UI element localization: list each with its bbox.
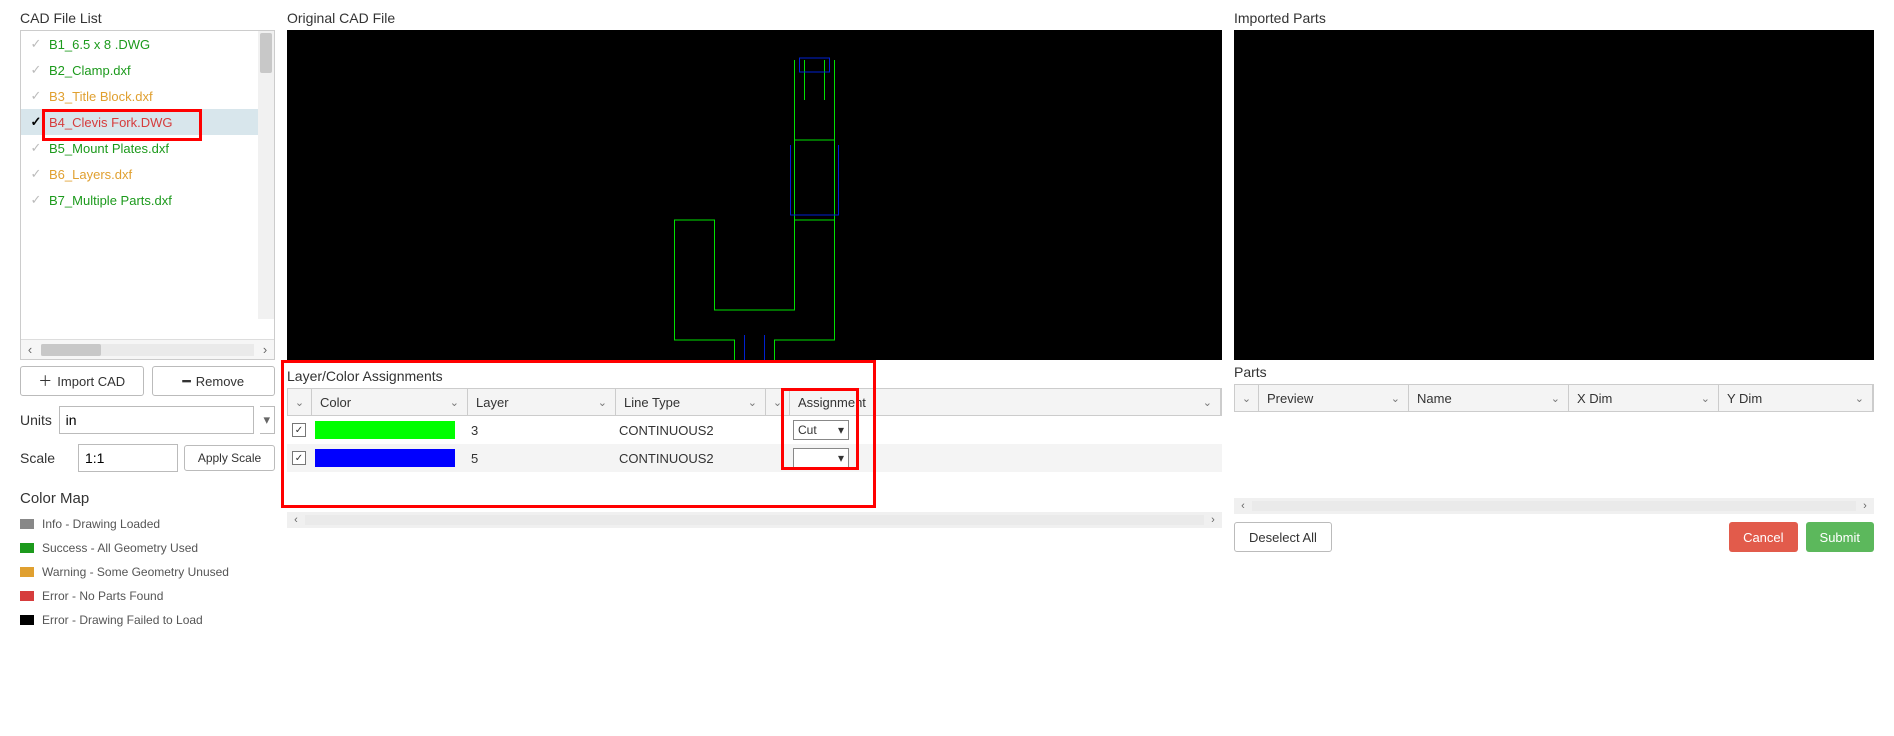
cad-file-list[interactable]: ✓ B1_6.5 x 8 .DWG ✓ B2_Clamp.dxf ✓ B3_Ti… [21,31,274,339]
swatch-icon [20,591,34,601]
legend-item: Success - All Geometry Used [20,541,275,555]
file-item[interactable]: ✓ B3_Title Block.dxf [21,83,274,109]
plus-icon: ＋ [38,371,52,391]
deselect-all-button[interactable]: Deselect All [1234,522,1332,552]
legend-label: Error - No Parts Found [42,589,163,603]
highlight-box-assignment-col [781,388,859,470]
check-icon: ✓ [29,141,43,155]
file-name: B1_6.5 x 8 .DWG [49,37,150,52]
file-name: B3_Title Block.dxf [49,89,153,104]
imported-parts-title: Imported Parts [1234,10,1874,26]
check-icon: ✓ [29,193,43,207]
col-xdim[interactable]: X Dim [1577,391,1612,406]
parts-table-body [1234,412,1874,498]
file-list-hscrollbar[interactable]: ‹ › [21,339,274,359]
swatch-icon [20,543,34,553]
parts-table-header: ⌄ Preview ⌄ Name ⌄ X Dim ⌄ Y Dim ⌄ [1234,384,1874,412]
cad-viewer[interactable] [287,30,1222,360]
parts-title: Parts [1234,364,1874,380]
chevron-down-icon[interactable]: ⌄ [1701,392,1710,405]
file-item-selected[interactable]: ✓ B4_Clevis Fork.DWG [21,109,274,135]
original-cad-title: Original CAD File [287,10,1222,26]
check-icon: ✓ [29,89,43,103]
apply-scale-button[interactable]: Apply Scale [184,445,275,471]
check-icon: ✓ [29,63,43,77]
color-map-title: Color Map [20,490,275,507]
legend-label: Error - Drawing Failed to Load [42,613,203,627]
imported-viewer[interactable] [1234,30,1874,360]
chevron-down-icon[interactable]: ⌄ [1551,392,1560,405]
scale-input[interactable] [78,444,178,472]
import-cad-label: Import CAD [57,374,125,389]
scroll-left-icon[interactable]: ‹ [287,514,305,526]
file-name: B7_Multiple Parts.dxf [49,193,172,208]
swatch-icon [20,615,34,625]
swatch-icon [20,567,34,577]
file-item[interactable]: ✓ B7_Multiple Parts.dxf [21,187,274,213]
scroll-left-icon[interactable]: ‹ [21,342,39,357]
legend-label: Success - All Geometry Used [42,541,198,555]
file-list-vscrollbar[interactable] [258,31,274,319]
file-name: B4_Clevis Fork.DWG [49,115,173,130]
file-name: B2_Clamp.dxf [49,63,131,78]
legend-label: Warning - Some Geometry Unused [42,565,229,579]
units-label: Units [20,412,53,428]
col-preview[interactable]: Preview [1267,391,1313,406]
file-item[interactable]: ✓ B6_Layers.dxf [21,161,274,187]
units-input[interactable] [59,406,254,434]
file-name: B6_Layers.dxf [49,167,132,182]
scroll-left-icon[interactable]: ‹ [1234,500,1252,512]
import-cad-button[interactable]: ＋ Import CAD [20,366,144,396]
assignments-hscrollbar[interactable]: ‹ › [287,512,1222,528]
legend-item: Info - Drawing Loaded [20,517,275,531]
chevron-down-icon[interactable]: ⌄ [1242,392,1251,405]
check-icon: ✓ [29,115,43,129]
remove-label: Remove [196,374,244,389]
file-name: B5_Mount Plates.dxf [49,141,169,156]
cad-file-list-title: CAD File List [20,10,275,26]
scroll-right-icon[interactable]: › [1856,500,1874,512]
chevron-down-icon[interactable]: ⌄ [1391,392,1400,405]
cancel-button[interactable]: Cancel [1729,522,1797,552]
parts-hscrollbar[interactable]: ‹ › [1234,498,1874,514]
file-item[interactable]: ✓ B1_6.5 x 8 .DWG [21,31,274,57]
check-icon: ✓ [29,37,43,51]
submit-button[interactable]: Submit [1806,522,1874,552]
minus-icon: ━ [182,373,190,390]
legend-item: Error - No Parts Found [20,589,275,603]
units-dropdown-icon[interactable]: ▾ [260,406,275,434]
legend-item: Error - Drawing Failed to Load [20,613,275,627]
col-name[interactable]: Name [1417,391,1452,406]
file-item[interactable]: ✓ B2_Clamp.dxf [21,57,274,83]
scroll-right-icon[interactable]: › [1204,514,1222,526]
remove-button[interactable]: ━ Remove [152,366,276,396]
scroll-right-icon[interactable]: › [256,342,274,357]
swatch-icon [20,519,34,529]
chevron-down-icon[interactable]: ⌄ [1203,396,1212,409]
check-icon: ✓ [29,167,43,181]
scale-label: Scale [20,450,72,466]
legend-item: Warning - Some Geometry Unused [20,565,275,579]
file-item[interactable]: ✓ B5_Mount Plates.dxf [21,135,274,161]
legend-label: Info - Drawing Loaded [42,517,160,531]
cad-file-list-box: ✓ B1_6.5 x 8 .DWG ✓ B2_Clamp.dxf ✓ B3_Ti… [20,30,275,360]
chevron-down-icon[interactable]: ⌄ [1855,392,1864,405]
col-ydim[interactable]: Y Dim [1727,391,1762,406]
